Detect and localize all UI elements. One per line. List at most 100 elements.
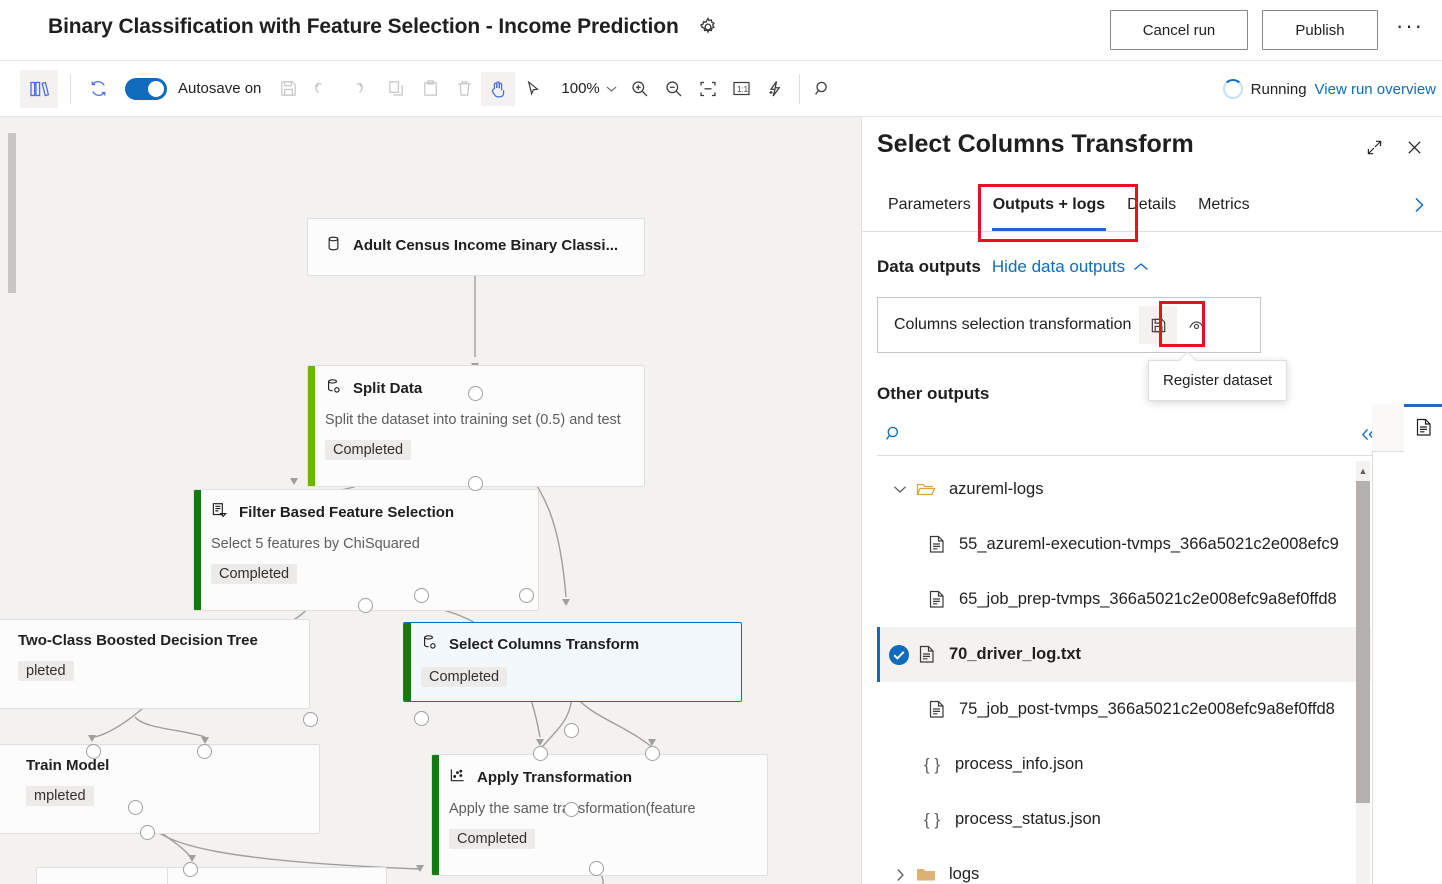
pipeline-node-dataset[interactable]: Adult Census Income Binary Classi... <box>307 218 645 276</box>
tab-parameters[interactable]: Parameters <box>877 185 982 231</box>
node-port[interactable] <box>589 861 604 876</box>
pipeline-node-select-columns-transform[interactable]: Select Columns Transform Completed <box>403 622 742 702</box>
node-port[interactable] <box>564 723 579 738</box>
file-icon <box>921 700 951 719</box>
tree-item-label: process_info.json <box>955 755 1083 774</box>
paste-icon[interactable] <box>413 72 447 106</box>
node-title-row: Apply Transformation <box>449 767 753 788</box>
file-icon <box>1415 418 1432 442</box>
hide-data-outputs-link[interactable]: Hide data outputs <box>992 257 1149 277</box>
node-port[interactable] <box>140 825 155 840</box>
data-output-name: Columns selection transformation <box>894 316 1131 334</box>
search-icon[interactable] <box>806 72 840 106</box>
node-port[interactable] <box>564 802 579 817</box>
node-port[interactable] <box>358 598 373 613</box>
zoom-level-control[interactable]: 100% <box>561 80 616 97</box>
gear-icon[interactable] <box>695 14 721 40</box>
node-port[interactable] <box>414 711 429 726</box>
cursor-icon[interactable] <box>515 72 549 106</box>
node-port[interactable] <box>519 588 534 603</box>
outputs-file-tree[interactable]: azureml-logs 55_azureml-execution-tvmps_… <box>877 462 1371 884</box>
node-port[interactable] <box>128 800 143 815</box>
other-outputs-label: Other outputs <box>877 384 989 404</box>
tree-row-file-70-driver-log[interactable]: 70_driver_log.txt <box>877 627 1371 682</box>
svg-text:1:1: 1:1 <box>737 85 749 94</box>
library-icon[interactable] <box>20 70 58 108</box>
trash-icon[interactable] <box>447 72 481 106</box>
autosave-toggle[interactable] <box>125 78 167 100</box>
filter-list-icon <box>211 502 228 523</box>
tree-row-file-65-job-prep[interactable]: 65_job_prep-tvmps_366a5021c2e008efc9a8ef… <box>877 572 1371 627</box>
check-circle-icon <box>887 644 911 666</box>
close-icon[interactable] <box>1401 134 1427 160</box>
chevron-up-icon <box>1133 262 1149 272</box>
scroll-up-arrow-icon[interactable]: ▲ <box>1356 463 1370 479</box>
view-run-overview-link[interactable]: View run overview <box>1315 81 1436 98</box>
pipeline-node-boosted-decision-tree[interactable]: Two-Class Boosted Decision Tree pleted <box>0 619 310 709</box>
chevron-down-icon[interactable] <box>889 485 911 494</box>
expand-icon[interactable] <box>1361 134 1387 160</box>
pipeline-node-apply-transformation[interactable]: Apply Transformation Apply the same tran… <box>431 754 768 876</box>
one-to-one-icon[interactable]: 1:1 <box>725 72 759 106</box>
node-title-row: Two-Class Boosted Decision Tree <box>18 632 295 649</box>
chevron-right-icon[interactable] <box>889 868 911 882</box>
scatter-icon <box>449 767 466 788</box>
zoom-in-icon[interactable] <box>623 72 657 106</box>
pipeline-canvas[interactable]: Adult Census Income Binary Classi... Spl… <box>0 117 861 884</box>
autosave-label: Autosave on <box>178 80 261 97</box>
tab-details[interactable]: Details <box>1116 185 1187 231</box>
hand-icon[interactable] <box>481 72 515 106</box>
pipeline-node-train-model[interactable]: Train Model mpleted <box>0 744 320 834</box>
node-port[interactable] <box>303 712 318 727</box>
search-icon[interactable] <box>877 417 911 451</box>
pipeline-node-extra[interactable] <box>167 867 387 884</box>
toolbar-run-status: Running View run overview <box>1223 61 1436 117</box>
node-description: Select 5 features by ChiSquared <box>211 536 524 552</box>
node-port[interactable] <box>468 386 483 401</box>
pipeline-node-filter-feature-selection[interactable]: Filter Based Feature Selection Select 5 … <box>193 489 539 611</box>
cancel-run-button[interactable]: Cancel run <box>1110 10 1248 50</box>
node-status-badge: Completed <box>449 829 535 849</box>
tree-row-folder-azureml-logs[interactable]: azureml-logs <box>877 462 1371 517</box>
undo-icon[interactable] <box>305 72 339 106</box>
fit-to-screen-icon[interactable] <box>691 72 725 106</box>
node-port[interactable] <box>533 746 548 761</box>
node-accent <box>308 219 315 275</box>
redo-icon[interactable] <box>339 72 373 106</box>
chevron-down-icon <box>606 85 617 93</box>
refresh-icon[interactable] <box>81 72 115 106</box>
toolbar: Autosave on <box>0 61 1442 117</box>
chevron-right-icon[interactable] <box>1412 195 1427 221</box>
tab-metrics[interactable]: Metrics <box>1187 185 1261 231</box>
pipeline-node-split-data[interactable]: Split Data Split the dataset into traini… <box>307 365 645 487</box>
file-icon <box>921 535 951 554</box>
folder-open-icon <box>911 481 941 498</box>
canvas-vertical-scrollbar[interactable] <box>8 133 16 293</box>
node-status-badge: Completed <box>325 440 411 460</box>
node-port[interactable] <box>414 588 429 603</box>
tree-row-folder-logs[interactable]: logs <box>877 847 1371 884</box>
tree-row-file-55-azureml-execution[interactable]: 55_azureml-execution-tvmps_366a5021c2e00… <box>877 517 1371 572</box>
node-port[interactable] <box>197 744 212 759</box>
node-title: Apply Transformation <box>477 769 632 786</box>
node-port[interactable] <box>86 744 101 759</box>
tree-row-file-75-job-post[interactable]: 75_job_post-tvmps_366a5021c2e008efc9a8ef… <box>877 682 1371 737</box>
node-port[interactable] <box>183 862 198 877</box>
visualize-eye-icon[interactable] <box>1177 306 1215 344</box>
more-options-icon[interactable]: ··· <box>1392 12 1428 48</box>
zoom-out-icon[interactable] <box>657 72 691 106</box>
node-title-row: Select Columns Transform <box>421 634 727 655</box>
node-port[interactable] <box>468 476 483 491</box>
tab-outputs-logs[interactable]: Outputs + logs <box>982 185 1116 231</box>
publish-button[interactable]: Publish <box>1262 10 1378 50</box>
file-tree-scrollbar-thumb[interactable] <box>1356 481 1370 803</box>
register-dataset-save-icon[interactable] <box>1139 306 1177 344</box>
tree-row-file-process-status-json[interactable]: { } process_status.json <box>877 792 1371 847</box>
save-icon[interactable] <box>271 72 305 106</box>
top-bar: Binary Classification with Feature Selec… <box>0 0 1442 61</box>
node-port[interactable] <box>645 746 660 761</box>
file-viewer-active-tab[interactable] <box>1404 404 1442 452</box>
copy-icon[interactable] <box>379 72 413 106</box>
auto-layout-icon[interactable] <box>759 72 793 106</box>
tree-row-file-process-info-json[interactable]: { } process_info.json <box>877 737 1371 792</box>
